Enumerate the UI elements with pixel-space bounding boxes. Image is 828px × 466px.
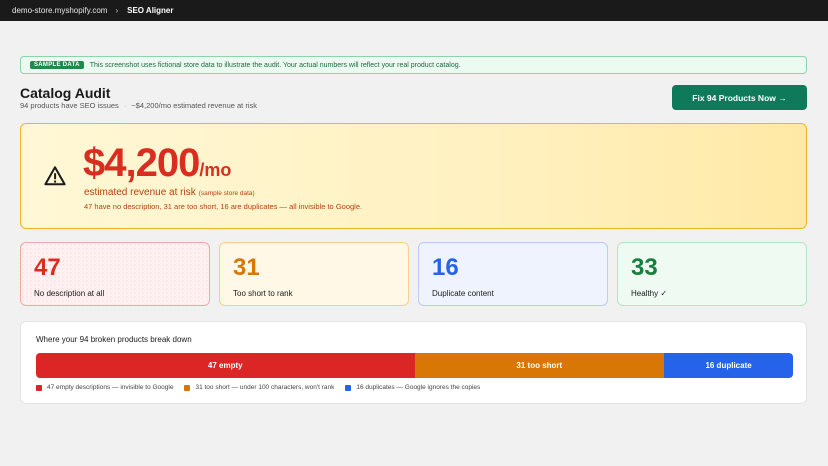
legend-swatch: [184, 384, 191, 391]
breakdown-legend: 47 empty descriptions — invisible to Goo…: [36, 384, 491, 391]
stat-label: Duplicate content: [432, 289, 494, 298]
breakdown-bar: 47 empty 31 too short 16 duplicate: [36, 353, 793, 378]
top-bar: demo-store.myshopify.com › SEO Aligner: [0, 0, 828, 21]
revenue-label-text: estimated revenue at risk: [84, 187, 196, 198]
revenue-label: estimated revenue at risk (sample store d…: [84, 187, 255, 198]
segment-duplicate[interactable]: 16 duplicate: [664, 353, 793, 378]
store-name[interactable]: demo-store.myshopify.com: [12, 6, 107, 15]
legend-item-too-short: 31 too short — under 100 characters, won…: [184, 384, 334, 391]
subtitle-dot: ·: [123, 101, 127, 110]
legend-item-duplicate: 16 duplicates — Google ignores the copie…: [345, 384, 480, 391]
stat-value: 47: [34, 254, 61, 281]
subtitle-revenue: ~$4,200/mo estimated revenue at risk: [131, 101, 258, 110]
legend-swatch: [345, 384, 352, 391]
legend-text: 16 duplicates — Google ignores the copie…: [356, 384, 481, 391]
stat-label: No description at all: [34, 289, 105, 298]
stat-card-no-description[interactable]: 47 No description at all: [20, 242, 210, 306]
subtitle-count: 94 products have SEO issues: [20, 101, 119, 110]
legend-text: 31 too short — under 100 characters, won…: [195, 384, 335, 391]
page-title: Catalog Audit: [20, 85, 111, 101]
stat-card-too-short[interactable]: 31 Too short to rank: [219, 242, 409, 306]
stat-value: 33: [631, 254, 658, 281]
revenue-at-risk-panel: $4,200 /mo estimated revenue at risk (sam…: [20, 123, 807, 229]
stat-label: Too short to rank: [233, 289, 293, 298]
app-name[interactable]: SEO Aligner: [127, 6, 173, 15]
revenue-label-note: (sample store data): [198, 190, 255, 197]
sample-data-banner: SAMPLE DATA This screenshot uses fiction…: [20, 56, 807, 74]
page-subtitle: 94 products have SEO issues · ~$4,200/mo…: [20, 101, 257, 110]
legend-item-empty: 47 empty descriptions — invisible to Goo…: [36, 384, 173, 391]
segment-empty[interactable]: 47 empty: [36, 353, 415, 378]
stat-value: 16: [432, 254, 459, 281]
stat-card-healthy[interactable]: 33 Healthy ✓: [617, 242, 807, 306]
stat-card-duplicate[interactable]: 16 Duplicate content: [418, 242, 608, 306]
revenue-detail: 47 have no description, 31 are too short…: [84, 202, 363, 211]
revenue-amount: $4,200 /mo: [83, 141, 231, 186]
legend-swatch: [36, 384, 42, 391]
legend-text: 47 empty descriptions — invisible to Goo…: [47, 384, 174, 391]
stat-label: Healthy ✓: [631, 289, 668, 298]
revenue-period: /mo: [199, 160, 232, 180]
banner-text: This screenshot uses fictional store dat…: [89, 61, 461, 69]
breakdown-heading: Where your 94 broken products break down: [36, 335, 192, 344]
fix-products-button[interactable]: Fix 94 Products Now →: [672, 85, 807, 110]
stat-value: 31: [233, 254, 260, 281]
revenue-value: $4,200: [83, 141, 200, 185]
breadcrumb-separator: ›: [115, 6, 119, 15]
segment-too-short[interactable]: 31 too short: [414, 353, 665, 378]
breakdown-panel: Where your 94 broken products break down…: [20, 321, 807, 404]
warning-icon: [44, 166, 66, 186]
sample-data-badge: SAMPLE DATA: [30, 61, 84, 69]
